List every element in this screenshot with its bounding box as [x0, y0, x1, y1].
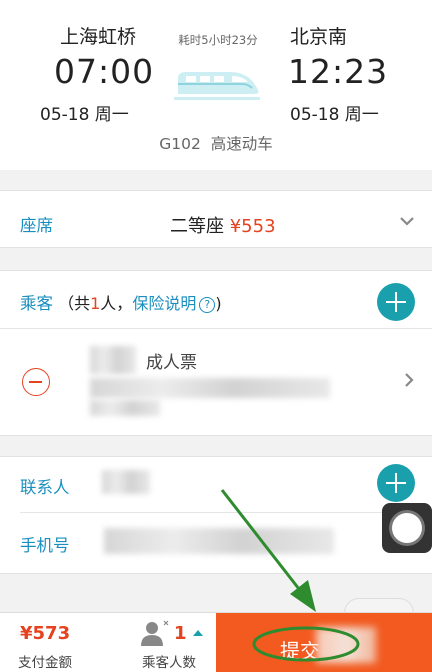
insurance-link[interactable]: 保险说明: [132, 294, 196, 313]
train-type: 高速动车: [210, 135, 273, 153]
seat-value: 二等座 ¥553: [170, 212, 276, 238]
person-icon: [141, 620, 169, 646]
passenger-count-suffix: 人，: [100, 294, 133, 313]
train-number: G102: [159, 135, 201, 153]
train-icon: [174, 72, 260, 100]
train-info: G102 高速动车: [0, 132, 432, 154]
remove-passenger-button[interactable]: [22, 368, 50, 396]
passenger-count-prefix: （共: [58, 294, 91, 313]
trip-header: 上海虹桥 北京南 耗时5小时23分 07:00 12:23 05-18 周一 0…: [0, 0, 432, 170]
passenger-count: 1: [90, 294, 101, 313]
divider: [20, 512, 432, 513]
passenger-count-footer[interactable]: 1: [174, 623, 187, 644]
contact-label: 联系人: [20, 478, 70, 497]
amount-label: 支付金额: [18, 655, 72, 671]
add-contact-button[interactable]: [377, 464, 415, 502]
from-station: 上海虹桥: [60, 26, 137, 48]
duration: 耗时5小时23分: [178, 33, 258, 47]
passenger-name-redacted: [90, 346, 136, 374]
depart-time: 07:00: [54, 52, 155, 91]
assistive-touch-icon[interactable]: [382, 503, 432, 553]
seat-price: ¥553: [229, 216, 276, 237]
phone-label: 手机号: [20, 536, 70, 555]
to-station: 北京南: [290, 26, 348, 48]
depart-date: 05-18 周一: [40, 105, 129, 125]
seat-class: 二等座: [170, 216, 224, 237]
contact-name-redacted: [102, 470, 150, 494]
bottom-bar: ¥573 支付金额 1 乘客人数 提交: [0, 612, 432, 672]
passenger-id-redacted: [90, 378, 330, 398]
passenger-header: 乘客 （共1人，保险说明?): [20, 294, 222, 313]
passenger-extra-redacted: [90, 400, 160, 416]
phone-number-redacted: [104, 528, 334, 554]
submit-label: 提交: [280, 639, 320, 663]
chevron-down-icon[interactable]: [398, 212, 416, 230]
arrive-time: 12:23: [288, 52, 389, 91]
seat-label: 座席: [20, 216, 53, 235]
add-passenger-button[interactable]: [377, 283, 415, 321]
arrive-date: 05-18 周一: [290, 105, 379, 125]
up-arrow-icon[interactable]: [193, 630, 203, 636]
watermark-redacted: [316, 627, 376, 663]
passenger-count-label: 乘客人数: [142, 655, 196, 671]
help-icon[interactable]: ?: [199, 297, 216, 313]
chevron-right-icon[interactable]: [402, 372, 416, 388]
divider: [0, 328, 432, 329]
passenger-label: 乘客: [20, 294, 53, 313]
ticket-type: 成人票: [146, 353, 197, 373]
total-amount: ¥573: [20, 623, 71, 644]
